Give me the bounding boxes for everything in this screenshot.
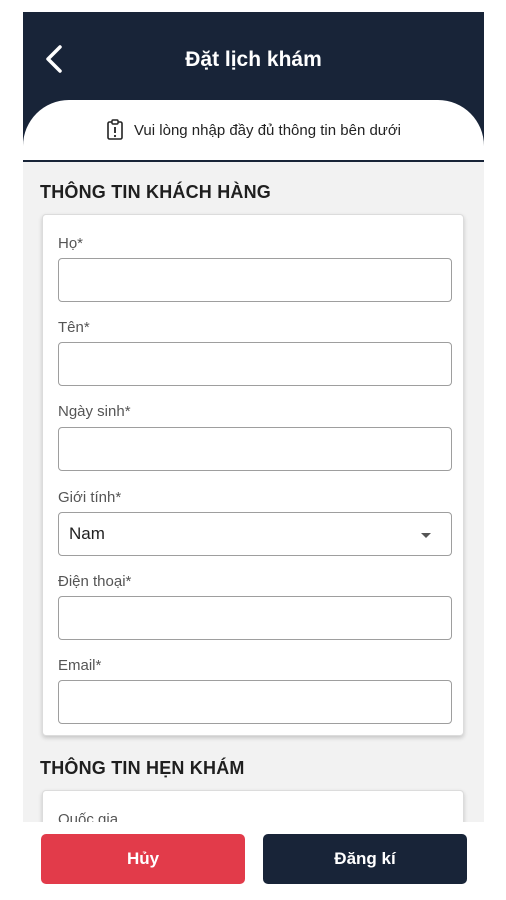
dropdown-arrow-icon [421, 533, 431, 538]
info-notice: Vui lòng nhập đầy đủ thông tin bên dưới [23, 100, 484, 160]
first-name-input[interactable] [58, 342, 452, 386]
page-title: Đặt lịch khám [185, 48, 322, 71]
form-scroll-area[interactable]: THÔNG TIN KHÁCH HÀNG Họ* Tên* Ngày sinh*… [23, 160, 484, 822]
gender-select[interactable]: Nam [58, 512, 452, 556]
phone-input[interactable] [58, 596, 452, 640]
header: Đặt lịch khám Vui lòng nhập đầy đủ thông… [23, 12, 484, 162]
first-name-label: Tên* [58, 319, 90, 336]
gender-label: Giới tính* [58, 489, 122, 506]
app-screen: Đặt lịch khám Vui lòng nhập đầy đủ thông… [23, 12, 484, 900]
email-label: Email* [58, 657, 102, 674]
cancel-button[interactable]: Hủy [41, 834, 245, 884]
phone-label: Điện thoại* [58, 573, 132, 590]
gender-selected-value: Nam [69, 524, 105, 543]
customer-section-title: THÔNG TIN KHÁCH HÀNG [40, 182, 271, 202]
last-name-label: Họ* [58, 235, 84, 252]
email-input[interactable] [58, 680, 452, 724]
birthday-label: Ngày sinh* [58, 403, 131, 420]
appointment-section-title: THÔNG TIN HẸN KHÁM [40, 758, 245, 778]
appointment-info-card: Quốc gia [42, 790, 464, 822]
last-name-input[interactable] [58, 258, 452, 302]
customer-info-card: Họ* Tên* Ngày sinh* Giới tính* Nam Điện … [42, 214, 464, 736]
country-label: Quốc gia [58, 811, 119, 822]
clipboard-alert-icon [107, 119, 123, 140]
birthday-input[interactable] [58, 427, 452, 471]
notice-text: Vui lòng nhập đầy đủ thông tin bên dưới [133, 121, 402, 139]
footer-actions: Hủy Đăng kí [23, 822, 484, 900]
register-button[interactable]: Đăng kí [263, 834, 467, 884]
